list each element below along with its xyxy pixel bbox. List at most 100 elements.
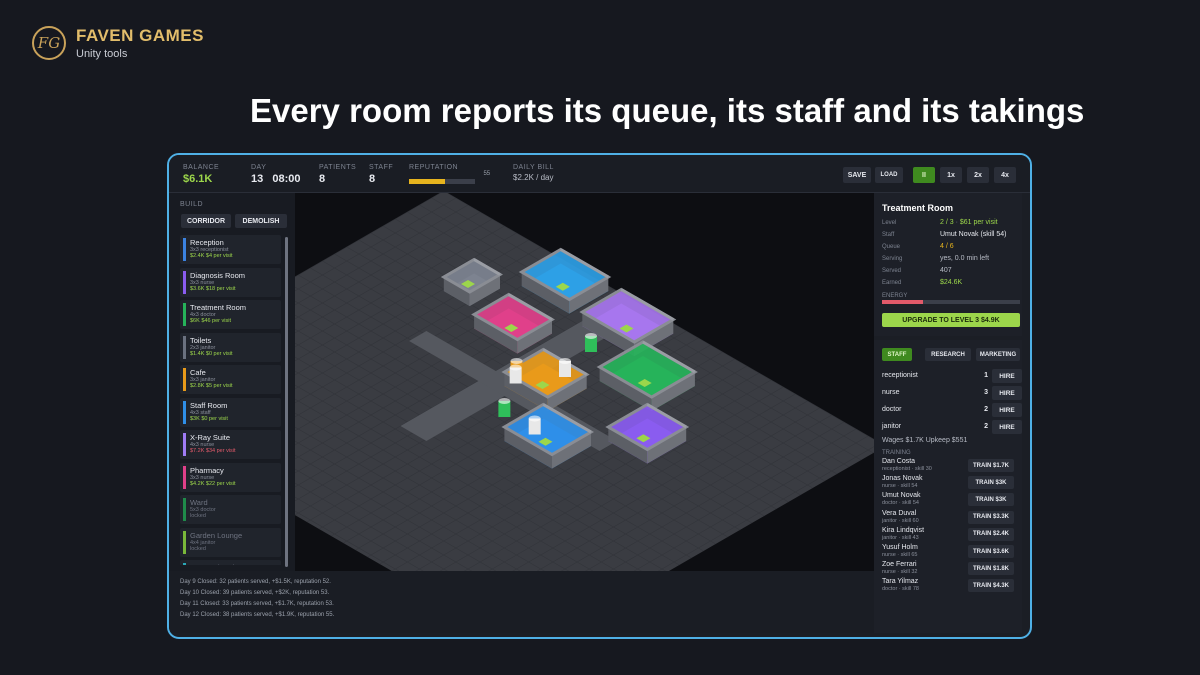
daily-bill-stat: DAILY BILL $2.2K / day bbox=[513, 164, 554, 182]
trainee-row: Dan Costa receptionist · skill 30 TRAIN $1… bbox=[882, 458, 1020, 474]
room-card-research-lab[interactable]: Research Lab bbox=[180, 560, 281, 565]
room-color-stripe bbox=[183, 335, 186, 359]
management-panel: STAFF RESEARCH MARKETING receptionist 1 HI… bbox=[874, 340, 1022, 633]
trainee-role-skill: receptionist · skill 30 bbox=[882, 466, 932, 472]
room-name: Garden Lounge bbox=[190, 530, 243, 540]
room-list-scrollbar[interactable] bbox=[285, 237, 288, 567]
save-button[interactable]: SAVE bbox=[843, 167, 871, 183]
room-card-pharmacy[interactable]: Pharmacy 3x3 nurse $4.2K $22 per visit bbox=[180, 462, 281, 492]
hire-button[interactable]: HIRE bbox=[992, 369, 1022, 383]
role-count: 3 bbox=[984, 389, 988, 396]
demolish-button[interactable]: DEMOLISH bbox=[235, 214, 287, 228]
balance-stat: BALANCE $6.1K bbox=[183, 164, 219, 185]
room-inspector: Treatment Room Level 2 / 3 · $61 per vis… bbox=[874, 193, 1022, 336]
train-button[interactable]: TRAIN $3K bbox=[968, 493, 1014, 507]
hire-button[interactable]: HIRE bbox=[992, 386, 1022, 400]
room-name: Diagnosis Room bbox=[190, 270, 246, 280]
train-button[interactable]: TRAIN $3K bbox=[968, 476, 1014, 490]
staff-stat: STAFF 8 bbox=[369, 164, 393, 185]
room-card-cafe[interactable]: Cafe 3x3 janitor $2.8K $5 per visit bbox=[180, 365, 281, 394]
train-button[interactable]: TRAIN $4.3K bbox=[968, 579, 1014, 593]
trainee-name: Jonas Novak bbox=[882, 475, 923, 483]
trainee-row: Umut Novak doctor · skill 54 TRAIN $3K bbox=[882, 492, 1020, 508]
room-card-treatment-room[interactable]: Treatment Room 4x3 doctor $6K $46 per visi… bbox=[180, 300, 281, 329]
room-price: $2.8K $5 per visit bbox=[190, 383, 281, 389]
room-name: Research Lab bbox=[190, 563, 281, 565]
hire-button[interactable]: HIRE bbox=[992, 403, 1022, 417]
train-button[interactable]: TRAIN $3.6K bbox=[968, 545, 1014, 558]
room-price: $3.6K $18 per visit bbox=[190, 286, 281, 292]
corridor-button[interactable]: CORRIDOR bbox=[181, 214, 231, 228]
room-price: $1.4K $0 per visit bbox=[190, 351, 281, 357]
staff-role-row: receptionist 1 HIRE bbox=[882, 369, 1022, 383]
queue-number: 4 / 6 bbox=[940, 243, 954, 250]
room-card-reception[interactable]: Reception 3x3 receptionist $2.4K $4 per vi… bbox=[180, 235, 281, 264]
room-cost: $3.6K bbox=[190, 285, 205, 292]
day-value: 13 08:00 bbox=[251, 173, 301, 185]
hospital-map-viewport[interactable] bbox=[295, 193, 874, 571]
energy-bar bbox=[882, 300, 1020, 304]
training-label: TRAINING bbox=[882, 450, 911, 456]
room-color-stripe bbox=[183, 433, 186, 456]
room-price: $7.2K $34 per visit bbox=[190, 448, 281, 454]
staff-label: STAFF bbox=[369, 164, 394, 171]
room-name: Cafe bbox=[190, 368, 206, 377]
speed-4x-button[interactable]: 4x bbox=[994, 167, 1016, 183]
room-price: $4.2K $22 per visit bbox=[190, 481, 281, 487]
staff-figure-top bbox=[584, 333, 597, 339]
room-color-stripe bbox=[183, 465, 186, 489]
trainee-name: Dan Costa bbox=[882, 458, 916, 465]
room-card-staff-room[interactable]: Staff Room 4x3 staff $3K $0 per visit bbox=[180, 397, 281, 427]
room-color-stripe bbox=[183, 400, 186, 424]
tab-marketing[interactable]: MARKETING bbox=[976, 348, 1020, 361]
room-name: Pharmacy bbox=[190, 465, 224, 475]
load-button[interactable]: LOAD bbox=[875, 167, 903, 183]
earned-label: Earned bbox=[882, 280, 902, 286]
train-button[interactable]: TRAIN $2.4K bbox=[968, 527, 1014, 541]
trainee-name: Yusuf Holm bbox=[882, 544, 918, 551]
room-cost: $2.4K bbox=[190, 253, 205, 259]
room-per-visit: $4 per visit bbox=[205, 253, 233, 259]
log-line: Day 12 Closed: 38 patients served, +$1.9… bbox=[180, 612, 335, 618]
room-color-stripe bbox=[183, 270, 186, 294]
hire-button[interactable]: HIRE bbox=[992, 420, 1022, 434]
trainee-name: Umut Novak bbox=[882, 492, 921, 500]
pause-button[interactable]: II bbox=[913, 167, 935, 183]
daily-bill-value: $2.2K / day bbox=[513, 173, 554, 182]
inspector-title: Treatment Room bbox=[882, 203, 954, 213]
train-button[interactable]: TRAIN $1.7K bbox=[968, 459, 1014, 472]
room-card-x-ray-suite[interactable]: X-Ray Suite 4x3 nurse $7.2K $34 per visit bbox=[180, 430, 281, 459]
room-per-visit: $18 per visit bbox=[205, 285, 236, 292]
speed-1x-button[interactable]: 1x bbox=[940, 167, 962, 183]
upgrade-button[interactable]: UPGRADE TO LEVEL 3 $4.9K bbox=[882, 313, 1020, 327]
speed-2x-button[interactable]: 2x bbox=[967, 167, 989, 183]
room-name: Toilets bbox=[190, 335, 212, 345]
served-value: 407 bbox=[940, 267, 952, 274]
train-button[interactable]: TRAIN $1.8K bbox=[968, 562, 1014, 576]
isometric-map[interactable] bbox=[295, 193, 874, 571]
room-card-diagnosis-room[interactable]: Diagnosis Room 3x3 nurse $3.6K $18 per vis… bbox=[180, 267, 281, 297]
role-name: doctor bbox=[882, 406, 902, 413]
tab-research[interactable]: RESEARCH bbox=[925, 348, 971, 361]
staff-figure-top bbox=[510, 358, 523, 364]
trainee-name: Kira Lindqvist bbox=[882, 526, 925, 534]
level-per-visit: $61 per visit bbox=[959, 219, 998, 226]
queue-label: Queue bbox=[882, 244, 901, 250]
earned-number: $24.6K bbox=[940, 279, 963, 286]
room-card-toilets[interactable]: Toilets 2x3 janitor $1.4K $0 per visit bbox=[180, 332, 281, 362]
room-card-ward[interactable]: Ward 5x3 doctor locked bbox=[180, 495, 281, 524]
room-per-visit: $0 per visit bbox=[205, 350, 233, 357]
train-button[interactable]: TRAIN $3.3K bbox=[968, 510, 1014, 524]
tab-staff[interactable]: STAFF bbox=[882, 348, 912, 361]
trainee-row: Vera Duval janitor · skill 60 TRAIN $3.3K bbox=[882, 510, 1020, 526]
room-cost: $3K bbox=[190, 415, 200, 422]
room-card-garden-lounge[interactable]: Garden Lounge 4x4 janitor locked bbox=[180, 527, 281, 557]
room-name: Staff Room bbox=[190, 400, 228, 410]
trainee-name: Vera Duval bbox=[882, 509, 917, 517]
room-color-stripe bbox=[183, 563, 186, 565]
room-per-visit: $34 per visit bbox=[205, 448, 236, 454]
room-name: Reception bbox=[190, 238, 224, 247]
trainee-row: Zoe Ferrari nurse · skill 32 TRAIN $1.8K bbox=[882, 561, 1020, 577]
role-count: 1 bbox=[984, 372, 988, 379]
scrollbar-thumb[interactable] bbox=[285, 237, 288, 567]
